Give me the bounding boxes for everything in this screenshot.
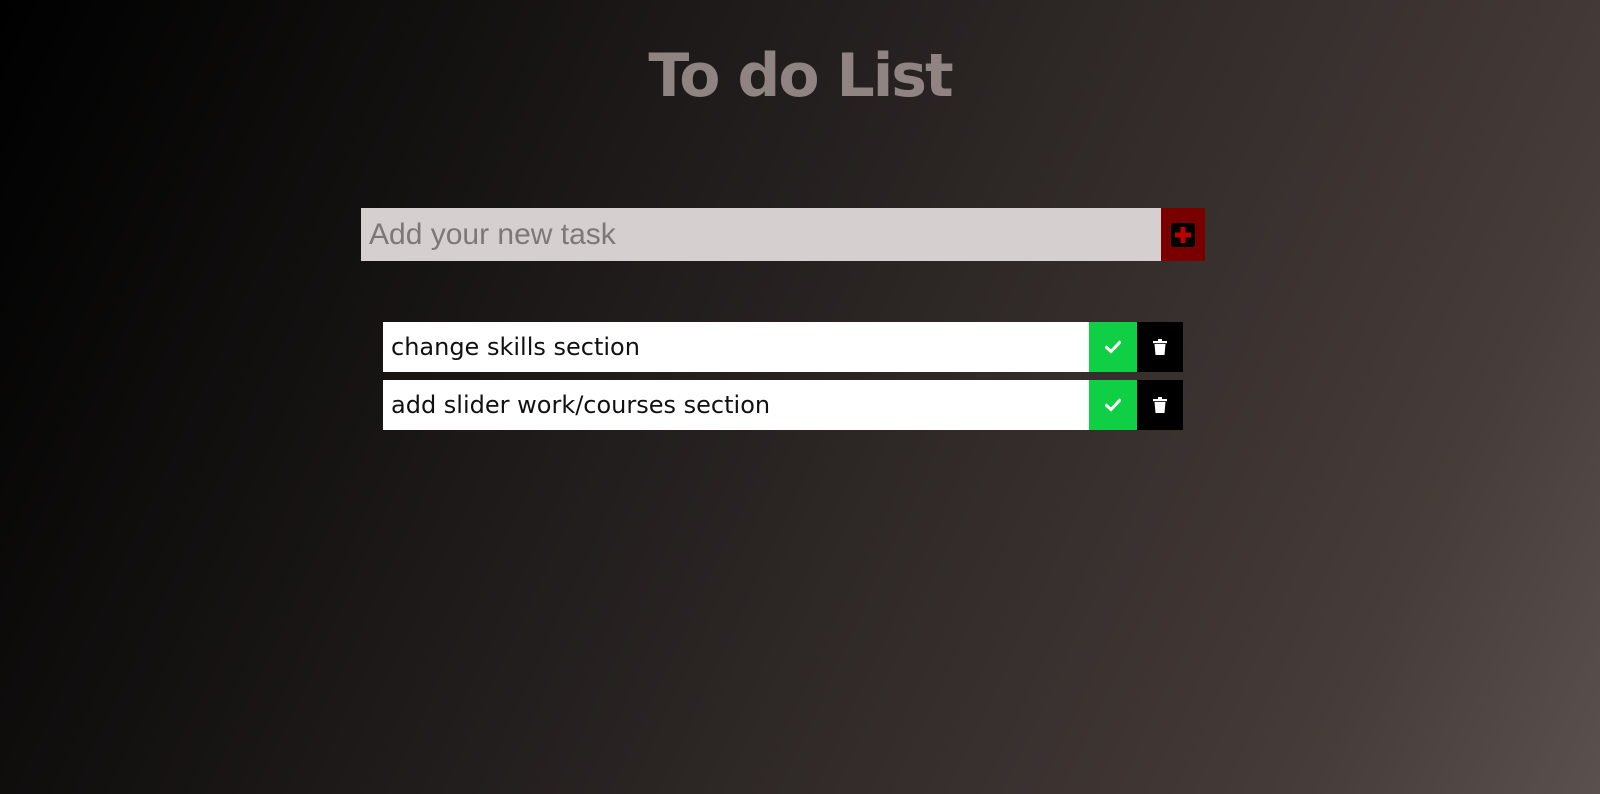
page-title: To do List bbox=[648, 41, 953, 111]
delete-task-button[interactable] bbox=[1137, 380, 1183, 430]
new-task-input[interactable] bbox=[361, 208, 1161, 261]
task-list: change skills section add slider work/co… bbox=[383, 322, 1183, 438]
trash-icon bbox=[1153, 397, 1167, 413]
add-task-button[interactable] bbox=[1161, 208, 1205, 261]
plus-square-icon bbox=[1171, 222, 1195, 247]
complete-task-button[interactable] bbox=[1089, 380, 1137, 430]
check-icon bbox=[1105, 398, 1121, 412]
add-task-bar bbox=[361, 208, 1205, 261]
complete-task-button[interactable] bbox=[1089, 322, 1137, 372]
task-text: change skills section bbox=[383, 322, 1089, 372]
task-text: add slider work/courses section bbox=[383, 380, 1089, 430]
trash-icon bbox=[1153, 339, 1167, 355]
delete-task-button[interactable] bbox=[1137, 322, 1183, 372]
check-icon bbox=[1105, 340, 1121, 354]
task-item: change skills section bbox=[383, 322, 1183, 372]
task-item: add slider work/courses section bbox=[383, 380, 1183, 430]
